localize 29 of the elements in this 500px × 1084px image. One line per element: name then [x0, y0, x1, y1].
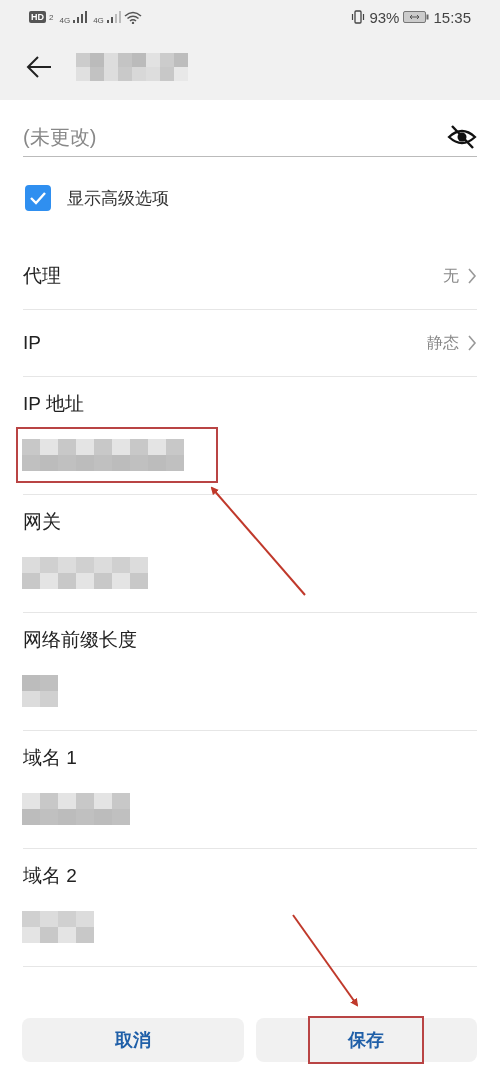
hd-badge: HD [29, 11, 46, 23]
ip-input-field[interactable] [18, 429, 216, 481]
action-button[interactable]: 保存 [255, 1018, 477, 1062]
sim-number: 2 [49, 12, 54, 22]
action-button[interactable]: 取消 [22, 1018, 244, 1062]
vibrate-icon [351, 10, 366, 24]
check-icon [29, 191, 47, 205]
password-field[interactable]: (未更改) [23, 125, 447, 149]
chevron-right-icon [467, 334, 477, 352]
checkbox-label: 显示高级选项 [67, 187, 169, 210]
field-label: 网关 [23, 510, 62, 534]
wifi-icon [123, 10, 142, 24]
checkbox[interactable] [25, 185, 51, 211]
settings-row[interactable]: IP 静态 [23, 310, 477, 377]
network-type: 4G [93, 15, 104, 25]
eye-slash-icon[interactable] [447, 124, 477, 150]
back-icon[interactable] [25, 55, 53, 79]
field-label: 域名 1 [23, 746, 78, 770]
settings-row[interactable]: 代理 无 [23, 243, 477, 310]
battery-icon [403, 11, 430, 23]
clock: 15:35 [433, 8, 471, 26]
chevron-right-icon [467, 267, 477, 285]
field-label: IP 地址 [23, 392, 85, 416]
battery-percent: 93% [369, 8, 400, 26]
signal-icon [106, 11, 121, 23]
field-label: 网络前缀长度 [23, 628, 138, 652]
network-type: 4G [59, 15, 71, 25]
signal-icon [73, 11, 88, 23]
field-label: 域名 2 [23, 864, 78, 888]
